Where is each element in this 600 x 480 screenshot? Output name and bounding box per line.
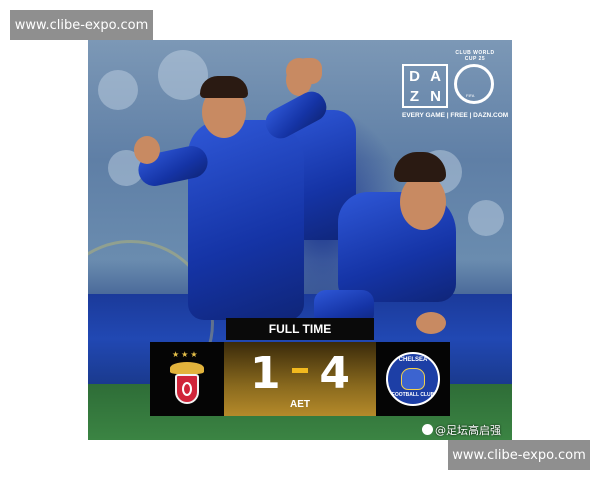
club-world-cup-logo: [454, 64, 494, 104]
crowd-blur: [468, 200, 504, 236]
club-world-cup-text: CLUB WORLD CUP 25: [455, 50, 495, 62]
logo-letter: D: [409, 67, 420, 85]
star-icon: ★★★: [172, 350, 200, 359]
watermark-bottom: www.clibe-expo.com: [448, 440, 590, 470]
weibo-credit: @足坛高启强: [422, 422, 501, 438]
dazn-logo: D A Z N: [402, 64, 448, 108]
crowd-blur: [98, 70, 138, 110]
wheel-icon: [182, 382, 192, 396]
score-dash: [292, 368, 308, 373]
benfica-crest-icon: [175, 374, 199, 404]
eagle-icon: [170, 362, 204, 374]
chelsea-crest-icon: CHELSEA FOOTBALL CLUB: [386, 352, 440, 406]
match-photo: D A Z N CLUB WORLD CUP 25 FIFA EVERY GAM…: [88, 40, 512, 440]
credit-text: @足坛高启强: [435, 424, 501, 437]
home-team-crest: ★★★: [150, 342, 224, 416]
full-time-label: FULL TIME: [226, 318, 374, 340]
lion-icon: [401, 368, 425, 390]
logo-letter: Z: [409, 87, 420, 105]
scoreboard: ★★★ 1 4 AET CHELSEA FOOTBALL CLUB: [150, 342, 450, 416]
aet-label: AET: [290, 399, 310, 410]
score-panel: 1 4 AET: [224, 342, 376, 416]
crest-text: CHELSEA: [398, 357, 428, 363]
home-score: 1: [250, 348, 281, 399]
crest-text-bottom: FOOTBALL CLUB: [391, 392, 435, 398]
logo-letter: N: [430, 87, 441, 105]
weibo-icon: [422, 424, 433, 435]
logo-letter: A: [430, 67, 441, 85]
away-score: 4: [319, 348, 350, 399]
away-team-crest: CHELSEA FOOTBALL CLUB: [376, 342, 450, 416]
fifa-text: FIFA: [466, 93, 475, 98]
broadcast-tagline: EVERY GAME | FREE | DAZN.COM: [402, 112, 509, 119]
watermark-top: www.clibe-expo.com: [10, 10, 153, 40]
